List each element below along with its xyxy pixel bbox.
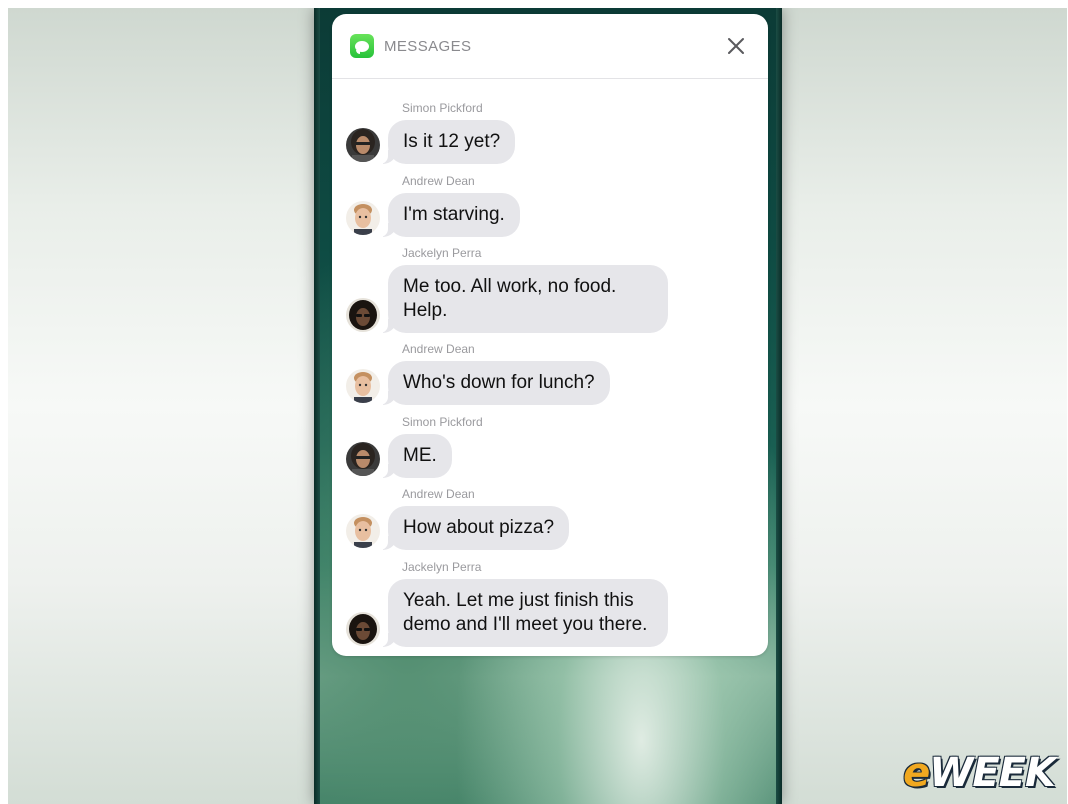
sender-name: Jackelyn Perra bbox=[402, 559, 482, 574]
message-item: Andrew Dean Who's down for lunch? bbox=[332, 334, 768, 407]
sender-name: Jackelyn Perra bbox=[402, 246, 482, 261]
message-item: Simon Pickford Is it 12 yet? bbox=[332, 93, 768, 166]
message-bubble: Me too. All work, no food. Help. bbox=[380, 265, 668, 334]
message-item: Simon Pickford ME. bbox=[332, 407, 768, 480]
message-item: Jackelyn Perra Me too. All work, no food… bbox=[332, 238, 768, 334]
message-bubble: Yeah. Let me just finish this demo and I… bbox=[380, 578, 668, 647]
sender-name: Simon Pickford bbox=[402, 414, 483, 429]
phone-edge-left bbox=[314, 8, 320, 804]
avatar-andrew bbox=[346, 369, 380, 404]
message-bubble: How about pizza? bbox=[379, 506, 570, 551]
message-bubble: Is it 12 yet? bbox=[379, 120, 516, 164]
avatar-simon bbox=[346, 441, 380, 476]
notification-card[interactable]: MESSAGES Simon Pickford Is it 12 yet? An… bbox=[332, 14, 768, 656]
message-bubble: ME. bbox=[380, 433, 452, 478]
app-name: MESSAGES bbox=[384, 37, 472, 55]
notification-header: MESSAGES bbox=[332, 14, 768, 79]
message-item: Jackelyn Perra Yeah. Let me just finish … bbox=[332, 552, 768, 648]
messages-icon bbox=[350, 34, 374, 58]
message-list[interactable]: Simon Pickford Is it 12 yet? Andrew Dean… bbox=[332, 79, 768, 648]
sender-name: Simon Pickford bbox=[402, 101, 483, 115]
avatar-simon bbox=[346, 128, 380, 162]
eweek-logo: eWEEK bbox=[903, 750, 1056, 796]
avatar-jackelyn bbox=[346, 298, 380, 333]
phone-edge-right bbox=[776, 8, 782, 804]
avatar-andrew bbox=[346, 200, 380, 235]
avatar-andrew bbox=[346, 514, 380, 549]
message-item: Andrew Dean How about pizza? bbox=[332, 479, 768, 552]
avatar-jackelyn bbox=[346, 611, 380, 646]
close-button[interactable] bbox=[722, 32, 750, 60]
sender-name: Andrew Dean bbox=[402, 487, 475, 502]
close-icon bbox=[728, 38, 744, 54]
message-bubble: Who's down for lunch? bbox=[380, 361, 610, 406]
message-item: Andrew Dean I'm starving. bbox=[332, 166, 768, 239]
sender-name: Andrew Dean bbox=[402, 342, 475, 357]
background-frame: MESSAGES Simon Pickford Is it 12 yet? An… bbox=[8, 8, 1067, 804]
sender-name: Andrew Dean bbox=[402, 173, 475, 188]
phone-screen: MESSAGES Simon Pickford Is it 12 yet? An… bbox=[314, 8, 782, 804]
message-bubble: I'm starving. bbox=[380, 192, 520, 237]
